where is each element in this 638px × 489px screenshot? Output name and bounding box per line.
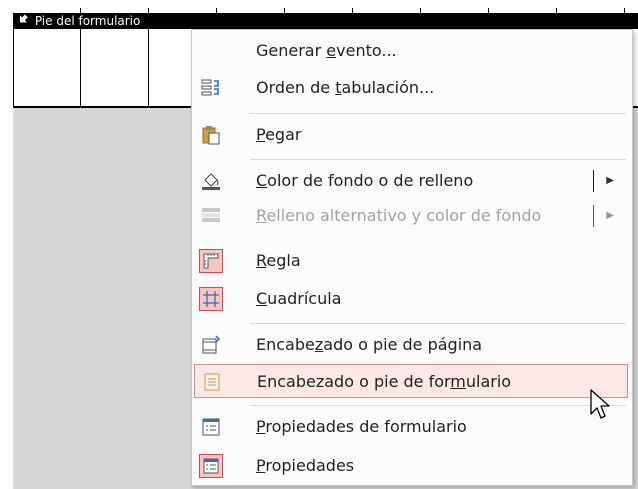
page-header-icon (201, 335, 221, 355)
menu-item-propiedades-formulario[interactable]: Propiedades de formulario (194, 410, 628, 444)
menu-separator (250, 113, 626, 114)
form-footer-section-bar[interactable]: Pie del formulario (13, 13, 638, 29)
menu-item-generar-evento[interactable]: Generar evento... (194, 34, 628, 68)
grid-icon (199, 287, 223, 311)
vertical-ruler (0, 0, 13, 489)
submenu-arrow-icon: ▶ (606, 175, 614, 186)
menu-separator (250, 159, 626, 160)
menu-separator (250, 405, 626, 406)
menu-item-encabezado-pagina[interactable]: Encabezado o pie de página (194, 328, 628, 362)
menu-item-propiedades[interactable]: Propiedades (194, 449, 628, 483)
menu-separator (250, 323, 626, 324)
properties-icon (199, 454, 223, 478)
menu-item-orden-tabulacion[interactable]: Orden de tabulación... (194, 71, 628, 105)
menu-item-pegar[interactable]: Pegar (194, 118, 628, 152)
submenu-arrow-icon: ▶ (606, 210, 614, 221)
alternate-fill-icon (201, 206, 221, 226)
menu-item-regla[interactable]: Regla (194, 244, 628, 278)
menu-item-relleno-alternativo: Relleno alternativo y color de fondo ▶ (194, 199, 628, 233)
tab-order-icon (201, 78, 221, 98)
form-header-icon (202, 372, 222, 392)
mouse-pointer-icon (589, 388, 613, 422)
section-title: Pie del formulario (34, 14, 141, 28)
fill-color-icon (201, 171, 221, 191)
menu-item-cuadricula[interactable]: Cuadrícula (194, 282, 628, 316)
menu-item-encabezado-formulario[interactable]: Encabezado o pie de formulario (194, 364, 628, 398)
context-menu: Generar evento... Orden de tabulación...… (191, 29, 633, 486)
ruler-icon (199, 249, 223, 273)
form-properties-icon (201, 417, 221, 437)
paste-icon (201, 125, 221, 145)
menu-item-color-fondo[interactable]: Color de fondo o de relleno ▶ (194, 164, 628, 198)
section-arrow-icon (17, 13, 29, 29)
